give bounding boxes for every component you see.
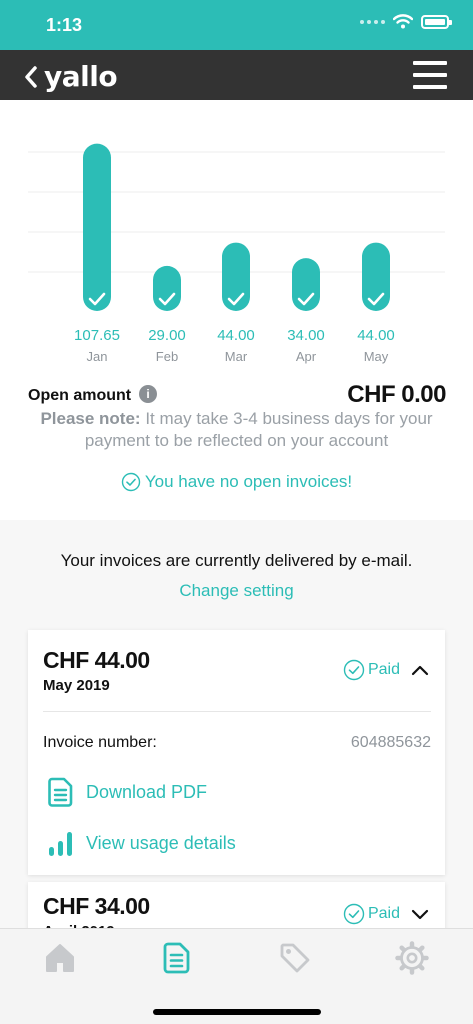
billing-overview-card: 107.65 Jan 29.00 Feb 44.00 Mar 34.00 Apr 44.00 Ma… [0,100,473,520]
payment-note: Please note: It may take 3-4 business da… [20,408,453,452]
monthly-invoices-chart: 107.65 Jan 29.00 Feb 44.00 Mar 34.00 Apr 44.00 Ma… [28,143,445,364]
invoice-status: Paid [367,905,400,922]
open-amount-value: CHF 0.00 [347,381,446,408]
divider [43,711,431,712]
invoice-number-label: Invoice number: [43,734,157,751]
invoice-status-toggle[interactable]: Paid [343,903,431,925]
download-pdf-label: Download PDF [86,781,208,802]
check-circle-icon [343,903,365,925]
chart-month-label: Jan [87,349,108,364]
chart-bar [83,143,111,311]
chart-value-label: 29.00 [148,327,186,344]
chart-month-label: Feb [156,349,178,364]
view-usage-details-link[interactable]: View usage details [46,828,236,858]
change-setting-link[interactable]: Change setting [0,581,473,601]
tag-icon[interactable] [278,941,312,975]
wifi-icon [393,14,413,29]
cellular-signal-icon [360,19,385,24]
nav-bar: yallo [0,50,473,100]
open-amount-label: Open amount [28,387,132,404]
chevron-down-icon [411,909,429,920]
home-icon[interactable] [43,941,77,975]
no-open-invoices-message: You have no open invoices! [0,472,473,492]
info-icon[interactable]: i [139,385,157,403]
status-bar: 1:13 [0,0,473,50]
chart-bar [153,265,181,311]
hamburger-menu-button[interactable] [413,60,447,90]
home-indicator [153,1009,321,1015]
check-circle-icon [121,472,141,492]
delivery-info: Your invoices are currently delivered by… [60,551,413,570]
chevron-left-icon [25,65,37,88]
chart-value-label: 34.00 [287,327,325,344]
gear-icon[interactable] [395,941,429,975]
invoice-number: 604885632 [350,734,431,751]
view-usage-details-label: View usage details [86,832,236,853]
chevron-up-icon [411,665,429,676]
yallo-logo: yallo [44,60,118,93]
download-pdf-link[interactable]: Download PDF [46,776,207,808]
invoice-status: Paid [367,661,400,678]
chart-value-label: 44.00 [217,327,255,344]
payment-note-bold: Please note: [40,409,141,428]
document-icon [48,777,73,807]
status-indicators [360,14,452,29]
invoice-icon[interactable] [160,941,194,975]
back-button[interactable]: yallo [24,60,118,93]
chart-value-label: 107.65 [74,327,120,344]
bar-chart-icon [49,832,72,856]
no-open-invoices-text: You have no open invoices! [144,472,353,491]
chart-value-label: 44.00 [357,327,395,344]
invoice-period: May 2019 [43,677,110,694]
invoice-amount: CHF 34.00 [43,893,150,919]
battery-icon [421,14,452,29]
invoice-card[interactable]: CHF 44.00 May 2019 Paid Invoice number: … [28,630,445,875]
status-time: 1:13 [46,15,83,35]
chart-month-label: May [364,349,389,364]
chart-month-label: Mar [225,349,248,364]
chart-month-label: Apr [296,349,317,364]
check-circle-icon [343,659,365,681]
invoice-status-toggle[interactable]: Paid [343,659,431,681]
invoice-amount: CHF 44.00 [43,647,150,673]
